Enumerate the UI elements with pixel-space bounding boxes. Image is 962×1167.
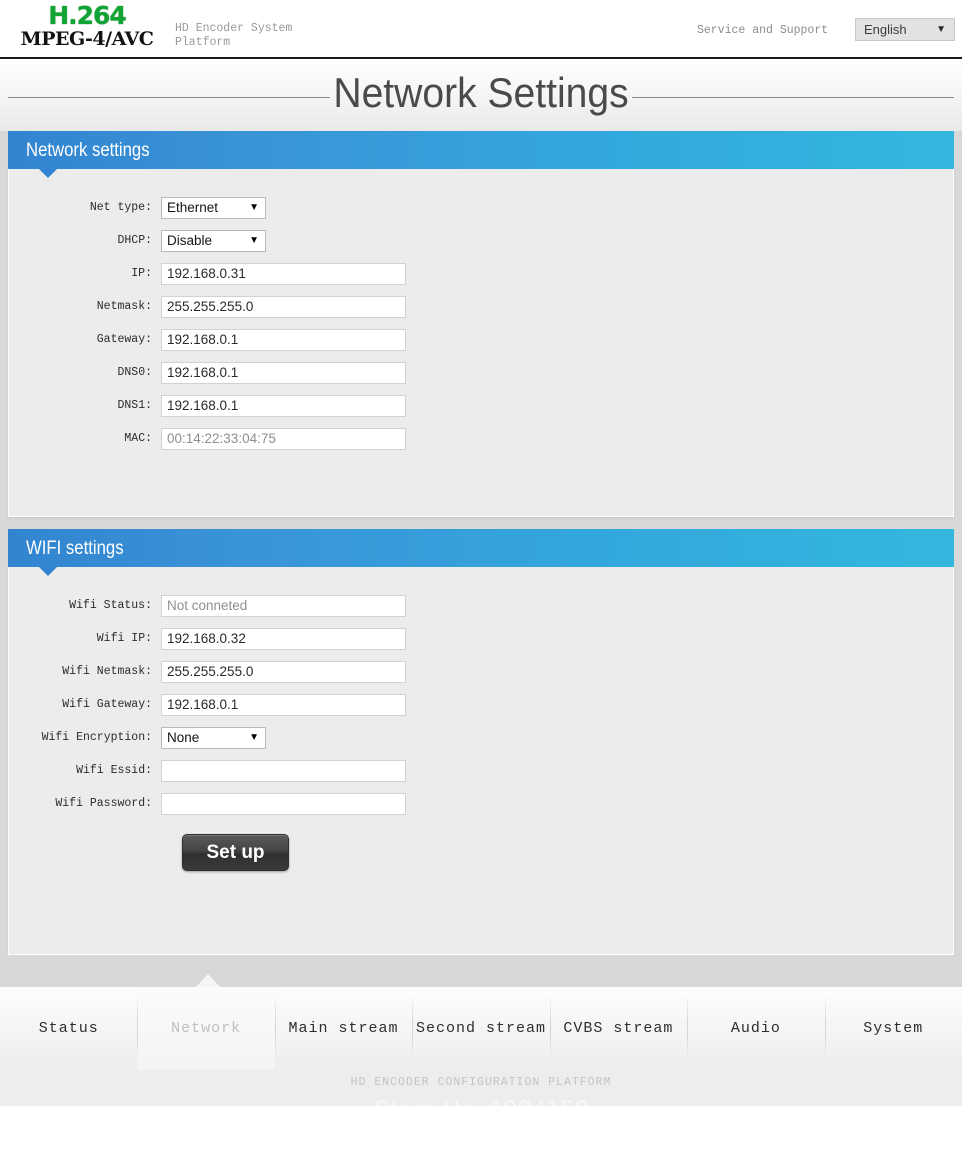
network-field-input: 00:14:22:33:04:75 xyxy=(161,427,406,450)
network-field-row: DNS0: 192.168.0.1 xyxy=(9,356,953,389)
wifi-form: Wifi Status: Not conneted Wifi IP: 192.168.… xyxy=(9,567,953,820)
network-panel-header: Network settings xyxy=(8,131,954,178)
panel-pointer-icon xyxy=(39,567,57,576)
wifi-field-input[interactable]: 192.168.0.1 xyxy=(161,693,406,716)
nav-item-label: Network xyxy=(171,1020,242,1037)
network-field-label: IP: xyxy=(131,267,152,280)
network-field-label: Gateway: xyxy=(96,333,152,346)
panel-pointer-icon xyxy=(39,169,57,178)
network-field-label: Net type: xyxy=(89,201,152,214)
brand-logo: H.264 MPEG-4/AVC xyxy=(12,2,162,49)
wifi-field-row: Wifi Encryption: None ▼ xyxy=(9,721,953,754)
wifi-field-input: Not conneted xyxy=(161,594,406,617)
wifi-field-row: Wifi Status: Not conneted xyxy=(9,589,953,622)
wifi-field-label: Wifi Status: xyxy=(69,599,152,612)
wifi-field-input[interactable]: 255.255.255.0 xyxy=(161,660,406,683)
network-field-select-value: Ethernet xyxy=(167,199,219,215)
wifi-settings-panel: Store No: 1984159 WIFI settings Wifi Sta… xyxy=(8,529,954,1125)
network-field-label: DNS0: xyxy=(117,366,152,379)
wifi-field-label: Wifi IP: xyxy=(96,632,152,645)
nav-item-label: CVBS stream xyxy=(563,1020,674,1037)
panel-spacer xyxy=(0,517,962,529)
wifi-field-select[interactable]: None ▼ xyxy=(161,726,266,749)
page-title-section: Network Settings xyxy=(0,59,962,131)
network-field-row: MAC: 00:14:22:33:04:75 xyxy=(9,422,953,455)
wifi-field-input[interactable] xyxy=(161,759,406,782)
nav-item-audio[interactable]: Audio xyxy=(687,987,824,1070)
wifi-panel-title: WIFI settings xyxy=(26,538,124,559)
wifi-field-input[interactable] xyxy=(161,792,406,815)
wifi-field-label: Wifi Netmask: xyxy=(62,665,152,678)
network-field-input[interactable]: 192.168.0.31 xyxy=(161,262,406,285)
header-subtitle: HD Encoder System Platform xyxy=(175,22,293,49)
nav-item-cvbs-stream[interactable]: CVBS stream xyxy=(549,987,687,1070)
network-field-select[interactable]: Ethernet ▼ xyxy=(161,196,266,219)
network-field-select[interactable]: Disable ▼ xyxy=(161,229,266,252)
network-panel-title: Network settings xyxy=(26,140,150,161)
network-field-input[interactable]: 192.168.0.1 xyxy=(161,394,406,417)
nav-item-label: Second stream xyxy=(415,1020,546,1037)
network-field-label: DHCP: xyxy=(117,234,152,247)
nav-item-network[interactable]: Network xyxy=(137,987,275,1070)
language-select[interactable]: English ▼ xyxy=(855,18,955,41)
network-field-label: DNS1: xyxy=(117,399,152,412)
page-body: Network settings Net type: Ethernet ▼ DHCP:… xyxy=(0,131,962,1125)
chevron-down-icon: ▼ xyxy=(936,24,946,35)
wifi-field-label: Wifi Encryption: xyxy=(41,731,152,744)
logo-mpeg4-text: MPEG-4/AVC xyxy=(20,28,154,50)
wifi-field-input[interactable]: 192.168.0.32 xyxy=(161,627,406,650)
nav-item-second-stream[interactable]: Second stream xyxy=(412,987,549,1070)
network-field-label: MAC: xyxy=(124,432,152,445)
logo-h264-text: H.264 xyxy=(48,1,127,30)
network-field-label: Netmask: xyxy=(96,300,152,313)
nav-spacer xyxy=(0,955,962,987)
service-and-support-link[interactable]: Service and Support xyxy=(697,24,828,37)
network-field-row: DHCP: Disable ▼ xyxy=(9,224,953,257)
wifi-field-row: Wifi Essid: xyxy=(9,754,953,787)
wifi-field-row: Wifi Password: xyxy=(9,787,953,820)
site-header: H.264 MPEG-4/AVC HD Encoder System Platf… xyxy=(0,0,962,59)
chevron-down-icon: ▼ xyxy=(249,731,259,743)
nav-item-label: Main stream xyxy=(288,1020,399,1037)
network-field-row: Gateway: 192.168.0.1 xyxy=(9,323,953,356)
wifi-field-row: Wifi Netmask: 255.255.255.0 xyxy=(9,655,953,688)
page-title: Network Settings xyxy=(333,69,629,116)
nav-item-label: System xyxy=(863,1020,924,1037)
network-field-input[interactable]: 192.168.0.1 xyxy=(161,328,406,351)
wifi-panel-header: WIFI settings xyxy=(8,529,954,576)
nav-item-main-stream[interactable]: Main stream xyxy=(274,987,412,1070)
active-tab-pointer-icon xyxy=(196,974,220,987)
network-form: Net type: Ethernet ▼ DHCP: Disable ▼ IP: 192.16… xyxy=(9,169,953,455)
network-field-row: IP: 192.168.0.31 xyxy=(9,257,953,290)
chevron-down-icon: ▼ xyxy=(249,234,259,246)
network-field-row: Netmask: 255.255.255.0 xyxy=(9,290,953,323)
network-settings-panel: Network settings Net type: Ethernet ▼ DHCP:… xyxy=(8,131,954,517)
nav-item-label: Status xyxy=(38,1020,99,1037)
language-select-value: English xyxy=(864,22,907,37)
wifi-field-row: Wifi IP: 192.168.0.32 xyxy=(9,622,953,655)
nav-item-system[interactable]: System xyxy=(824,987,962,1070)
wifi-field-select-value: None xyxy=(167,729,200,745)
network-panel-body: Net type: Ethernet ▼ DHCP: Disable ▼ IP: 192.16… xyxy=(8,169,954,517)
wifi-panel-body: Wifi Status: Not conneted Wifi IP: 192.168.… xyxy=(8,567,954,955)
wifi-field-row: Wifi Gateway: 192.168.0.1 xyxy=(9,688,953,721)
wifi-field-label: Wifi Password: xyxy=(55,797,152,810)
nav-item-status[interactable]: Status xyxy=(0,987,137,1070)
wifi-field-label: Wifi Essid: xyxy=(76,764,152,777)
network-field-input[interactable]: 255.255.255.0 xyxy=(161,295,406,318)
chevron-down-icon: ▼ xyxy=(249,201,259,213)
bottom-navigation: Status Network Main stream Second stream CVB… xyxy=(0,987,962,1070)
network-field-row: Net type: Ethernet ▼ xyxy=(9,191,953,224)
network-field-row: DNS1: 192.168.0.1 xyxy=(9,389,953,422)
footer-text: HD ENCODER CONFIGURATION PLATFORM xyxy=(350,1076,612,1089)
setup-button[interactable]: Set up xyxy=(182,834,289,871)
nav-item-label: Audio xyxy=(730,1020,781,1037)
footer: HD ENCODER CONFIGURATION PLATFORM xyxy=(0,1070,962,1106)
network-field-select-value: Disable xyxy=(167,232,213,248)
network-field-input[interactable]: 192.168.0.1 xyxy=(161,361,406,384)
wifi-field-label: Wifi Gateway: xyxy=(62,698,152,711)
